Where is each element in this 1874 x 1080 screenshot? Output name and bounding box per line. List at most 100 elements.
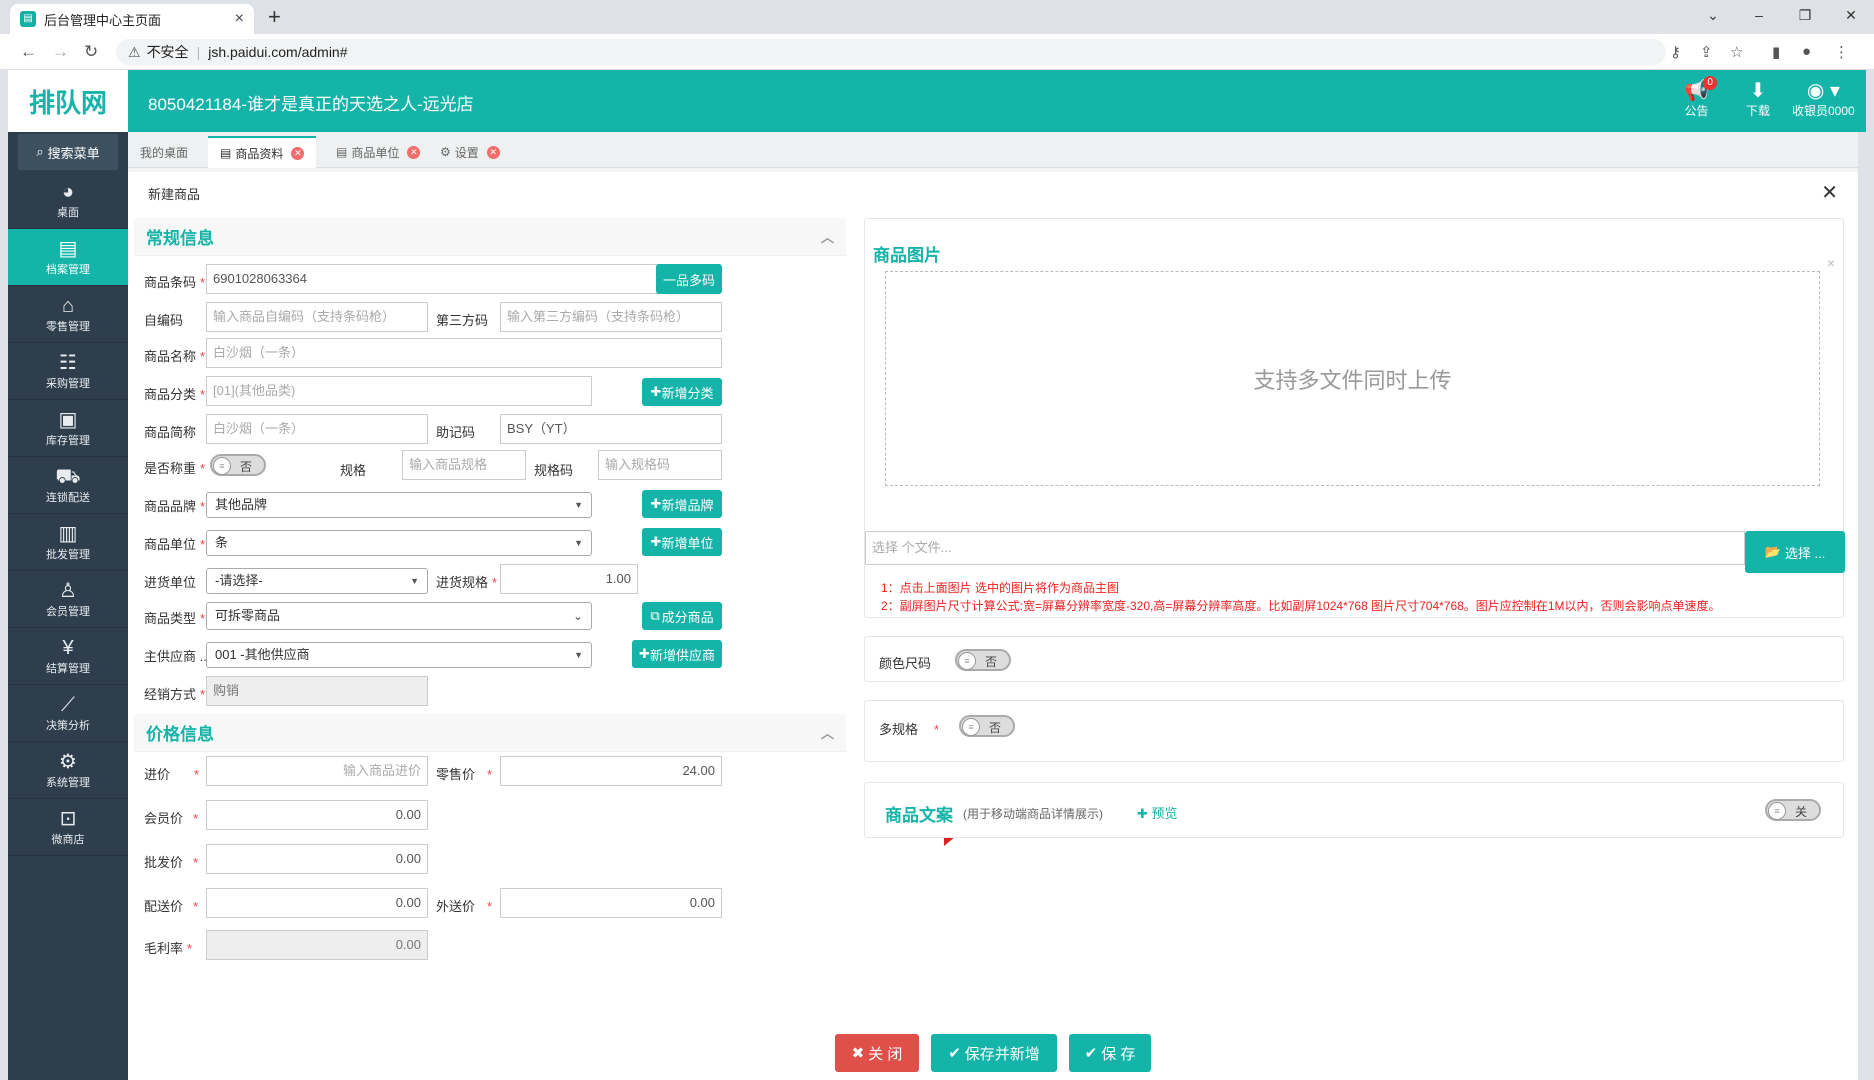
tab-desktop[interactable]: 我的桌面: [128, 136, 200, 168]
brand-select[interactable]: 其他品牌 ▼: [206, 492, 592, 518]
tab-product-info[interactable]: ▤ 商品资料 ✕: [208, 136, 317, 168]
chevron-up-icon[interactable]: ︿: [821, 723, 834, 742]
sidebar-item-analysis[interactable]: ⟋ 决策分析: [8, 685, 128, 742]
sidebar-item-system[interactable]: ⚙ 系统管理: [8, 742, 128, 799]
purchase-unit-select[interactable]: -请选择- ▼: [206, 568, 428, 594]
retail-price-input[interactable]: 24.00: [500, 756, 722, 786]
tab-search-icon[interactable]: ⌄: [1690, 0, 1736, 30]
sidebar-item-inventory[interactable]: ▣ 库存管理: [8, 400, 128, 457]
copy-toggle[interactable]: ≡ 关: [1765, 799, 1821, 821]
notice-button[interactable]: 📢 0 公告: [1684, 76, 1717, 119]
close-tab-icon[interactable]: ✕: [407, 145, 421, 159]
unit-select[interactable]: 条 ▼: [206, 530, 592, 556]
short-name-input[interactable]: 白沙烟（一条）: [206, 414, 428, 444]
sidebar-item-archive[interactable]: ▤ 档案管理: [8, 229, 128, 286]
save-and-new-button[interactable]: ✔ 保存并新增: [931, 1034, 1057, 1072]
upload-dropzone[interactable]: 支持多文件同时上传: [885, 271, 1820, 486]
tab-settings[interactable]: ⚙ 设置 ✕: [428, 136, 512, 168]
chevron-up-icon[interactable]: ︿: [821, 227, 834, 246]
multi-spec-toggle[interactable]: ≡ 否: [959, 715, 1015, 737]
toggle-text: 否: [989, 721, 1002, 735]
bookmark-star-icon[interactable]: ☆: [1730, 43, 1743, 61]
profile-icon[interactable]: ●: [1802, 43, 1811, 60]
sidebar-item-delivery[interactable]: ⛟ 连锁配送: [8, 457, 128, 514]
required-mark: *: [200, 537, 206, 552]
label-text: 商品品牌: [144, 499, 197, 514]
spec-input[interactable]: 输入商品规格: [402, 450, 526, 480]
category-input[interactable]: [01](其他品类): [206, 376, 592, 406]
add-category-button[interactable]: ✚ 新增分类: [642, 378, 722, 406]
close-icon: ✖: [851, 1045, 865, 1062]
file-input[interactable]: 选择 个文件...: [865, 531, 1745, 565]
choose-file-button[interactable]: 📂 选择 ...: [1745, 531, 1845, 573]
back-icon[interactable]: ←: [20, 42, 37, 62]
sidebar-item-retail[interactable]: ⌂ 零售管理: [8, 286, 128, 343]
mnemonic-input[interactable]: BSY（YT）: [500, 414, 722, 444]
toggle-text: 否: [985, 655, 998, 669]
supplier-select[interactable]: 001 -其他供应商 ▼: [206, 642, 592, 668]
sidebar-item-member[interactable]: ♙ 会员管理: [8, 571, 128, 628]
forward-icon[interactable]: →: [52, 42, 69, 62]
weigh-toggle[interactable]: ≡ 否: [210, 454, 266, 476]
tab-label: 商品资料: [235, 146, 284, 161]
sidebar-item-settlement[interactable]: ¥ 结算管理: [8, 628, 128, 685]
sidebar-item-purchase[interactable]: ☷ 采购管理: [8, 343, 128, 400]
close-window-icon[interactable]: ✕: [1828, 0, 1874, 30]
save-button[interactable]: ✔ 保 存: [1069, 1034, 1151, 1072]
sidebar: ⌕ 搜索菜单 ◕ 桌面 ▤ 档案管理 ⌂ 零售管理 ☷ 采购管理 ▣ 库存管理 ⛟ 连锁配送…: [8, 132, 128, 1080]
restore-icon[interactable]: ❐: [1782, 0, 1828, 30]
member-price-input[interactable]: 0.00: [206, 800, 428, 830]
menu-dots-icon[interactable]: ⋮: [1834, 43, 1849, 61]
self-code-input[interactable]: 输入商品自编码（支持条码枪）: [206, 302, 428, 332]
share-icon[interactable]: ⇪: [1700, 43, 1713, 61]
user-menu[interactable]: ◉ ▾ 收银员0000: [1792, 80, 1855, 119]
close-button[interactable]: ✖ 关 闭: [835, 1034, 919, 1072]
new-tab-icon[interactable]: +: [268, 4, 281, 30]
third-code-input[interactable]: 输入第三方编码（支持条码枪）: [500, 302, 722, 332]
analysis-icon: ⟋: [61, 694, 75, 716]
browser-tab[interactable]: ▤ 后台管理中心主页面 ×: [10, 4, 254, 34]
download-button[interactable]: ⬇ 下载: [1746, 80, 1770, 119]
chevron-down-icon: ⌄: [572, 609, 583, 623]
close-icon[interactable]: ×: [1827, 255, 1835, 271]
cost-input[interactable]: 输入商品进价: [206, 756, 428, 786]
sidebar-item-label: 档案管理: [46, 264, 90, 276]
key-icon[interactable]: ⚷: [1670, 43, 1681, 61]
close-tab-icon[interactable]: ✕: [291, 146, 305, 160]
sidepanel-icon[interactable]: ▮: [1772, 43, 1780, 61]
profit-rate-label: 毛利率 *: [144, 938, 192, 957]
select-value: -请选择-: [215, 573, 263, 588]
spec-code-input[interactable]: 输入规格码: [598, 450, 722, 480]
component-product-button[interactable]: ⧉ 成分商品: [642, 602, 722, 630]
type-select[interactable]: 可拆零商品 ⌄: [206, 602, 592, 630]
url-field[interactable]: ⚠ 不安全 | jsh.paidui.com/admin#: [116, 39, 1666, 65]
preview-link[interactable]: ✚ 预览: [1137, 803, 1178, 822]
color-size-toggle[interactable]: ≡ 否: [955, 649, 1011, 671]
required-mark: *: [187, 941, 193, 956]
add-brand-button[interactable]: ✚ 新增品牌: [642, 490, 722, 518]
name-input[interactable]: 白沙烟（一条）: [206, 338, 722, 368]
purchase-spec-input[interactable]: 1.00: [500, 564, 638, 594]
multi-code-button[interactable]: 一品多码: [656, 264, 722, 294]
label-text: 商品名称: [144, 349, 197, 364]
button-label: 选择 ...: [1784, 545, 1826, 561]
delivery-icon: ⛟: [55, 466, 81, 488]
outbound-price-input[interactable]: 0.00: [500, 888, 722, 918]
close-icon[interactable]: ✕: [1821, 180, 1838, 205]
close-tab-icon[interactable]: ✕: [486, 145, 500, 159]
close-tab-icon[interactable]: ×: [235, 10, 244, 28]
reload-icon[interactable]: ↻: [84, 42, 98, 62]
search-menu-button[interactable]: ⌕ 搜索菜单: [18, 134, 118, 170]
minimize-icon[interactable]: –: [1736, 0, 1782, 30]
delivery-price-input[interactable]: 0.00: [206, 888, 428, 918]
required-mark: *: [200, 275, 206, 290]
sidebar-item-desktop[interactable]: ◕ 桌面: [8, 172, 128, 229]
sidebar-item-microshop[interactable]: ⊡ 微商店: [8, 799, 128, 856]
add-supplier-button[interactable]: ✚ 新增供应商: [632, 640, 722, 668]
barcode-input[interactable]: 6901028063364: [206, 264, 658, 294]
sidebar-item-wholesale[interactable]: ▥ 批发管理: [8, 514, 128, 571]
wholesale-price-input[interactable]: 0.00: [206, 844, 428, 874]
tab-label: 我的桌面: [140, 145, 189, 160]
add-unit-button[interactable]: ✚ 新增单位: [642, 528, 722, 556]
tab-product-unit[interactable]: ▤ 商品单位 ✕: [324, 136, 432, 168]
